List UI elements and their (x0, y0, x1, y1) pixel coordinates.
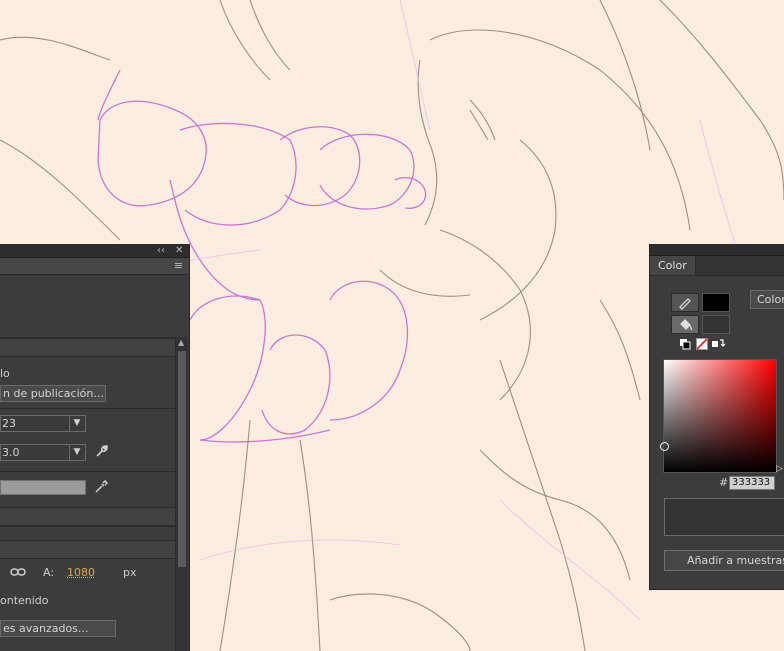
tab-color[interactable]: Color (650, 256, 696, 275)
wrench-icon[interactable] (95, 444, 109, 461)
black-white-icon[interactable] (679, 338, 691, 353)
chevron-down-icon: ▼ (69, 416, 84, 431)
stroke-swatch[interactable] (702, 293, 730, 312)
advanced-settings-button[interactable]: es avanzados... (0, 620, 116, 637)
add-to-swatches-button[interactable]: Añadir a muestras (664, 550, 784, 571)
link-icon[interactable] (10, 567, 26, 580)
properties-panel: ‹‹ ✕ ≡ ▲ lo n de publicación... 23 ▼ 3.0… (0, 244, 190, 651)
color-picker-handle[interactable] (660, 442, 669, 451)
swap-colors-icon[interactable] (711, 338, 725, 353)
scroll-up-icon[interactable]: ▲ (178, 338, 184, 347)
stage-color-bar[interactable] (0, 480, 86, 495)
publish-settings-button[interactable]: n de publicación... (0, 385, 106, 402)
section-divider (0, 471, 175, 472)
close-icon[interactable]: ✕ (175, 244, 183, 257)
pencil-icon (672, 294, 698, 311)
match-contents-label[interactable]: ontenido (0, 594, 49, 607)
collapse-icon[interactable]: ‹‹ (157, 244, 165, 257)
panel-menu-icon[interactable]: ≡ (174, 259, 183, 272)
stroke-color-button[interactable] (671, 293, 699, 312)
panel-scrollbar[interactable]: ▲ (175, 337, 188, 651)
hex-label: # (719, 476, 728, 489)
paint-bucket-icon (672, 316, 698, 333)
panel-titlebar (650, 244, 784, 256)
publish-label: lo (0, 367, 10, 380)
fill-color-button[interactable] (671, 315, 699, 334)
section-header[interactable] (0, 540, 175, 559)
fill-swatch[interactable] (702, 315, 730, 334)
scrollbar-thumb[interactable] (178, 351, 186, 567)
section-divider (0, 526, 175, 527)
section-header[interactable] (0, 338, 175, 357)
color-type-dropdown[interactable]: Color (750, 290, 784, 309)
target-dropdown-value: 23 (2, 417, 16, 430)
script-dropdown-value: 3.0 (2, 446, 20, 459)
no-color-icon[interactable] (696, 338, 708, 353)
hue-slider-arrow-icon[interactable]: ▷ (776, 464, 783, 474)
panel-titlebar: ‹‹ ✕ (0, 244, 189, 258)
section-divider (0, 408, 175, 409)
hex-input[interactable]: 333333 (729, 476, 775, 490)
height-label: A: (43, 566, 54, 579)
eyedropper-icon[interactable] (94, 480, 108, 497)
color-spectrum[interactable] (663, 359, 777, 473)
script-dropdown[interactable]: 3.0 ▼ (0, 444, 86, 461)
height-value[interactable]: 1080 (67, 566, 95, 579)
target-dropdown[interactable]: 23 ▼ (0, 415, 86, 432)
size-unit: px (123, 566, 137, 579)
section-header[interactable] (0, 507, 175, 526)
color-panel: Color Color ▷ # 333333 Añadir a muestras (649, 244, 784, 590)
panel-tabbar: Color (650, 256, 784, 276)
color-preview (664, 498, 784, 536)
panel-tabbar: ≡ (0, 258, 189, 275)
chevron-down-icon: ▼ (69, 445, 84, 460)
